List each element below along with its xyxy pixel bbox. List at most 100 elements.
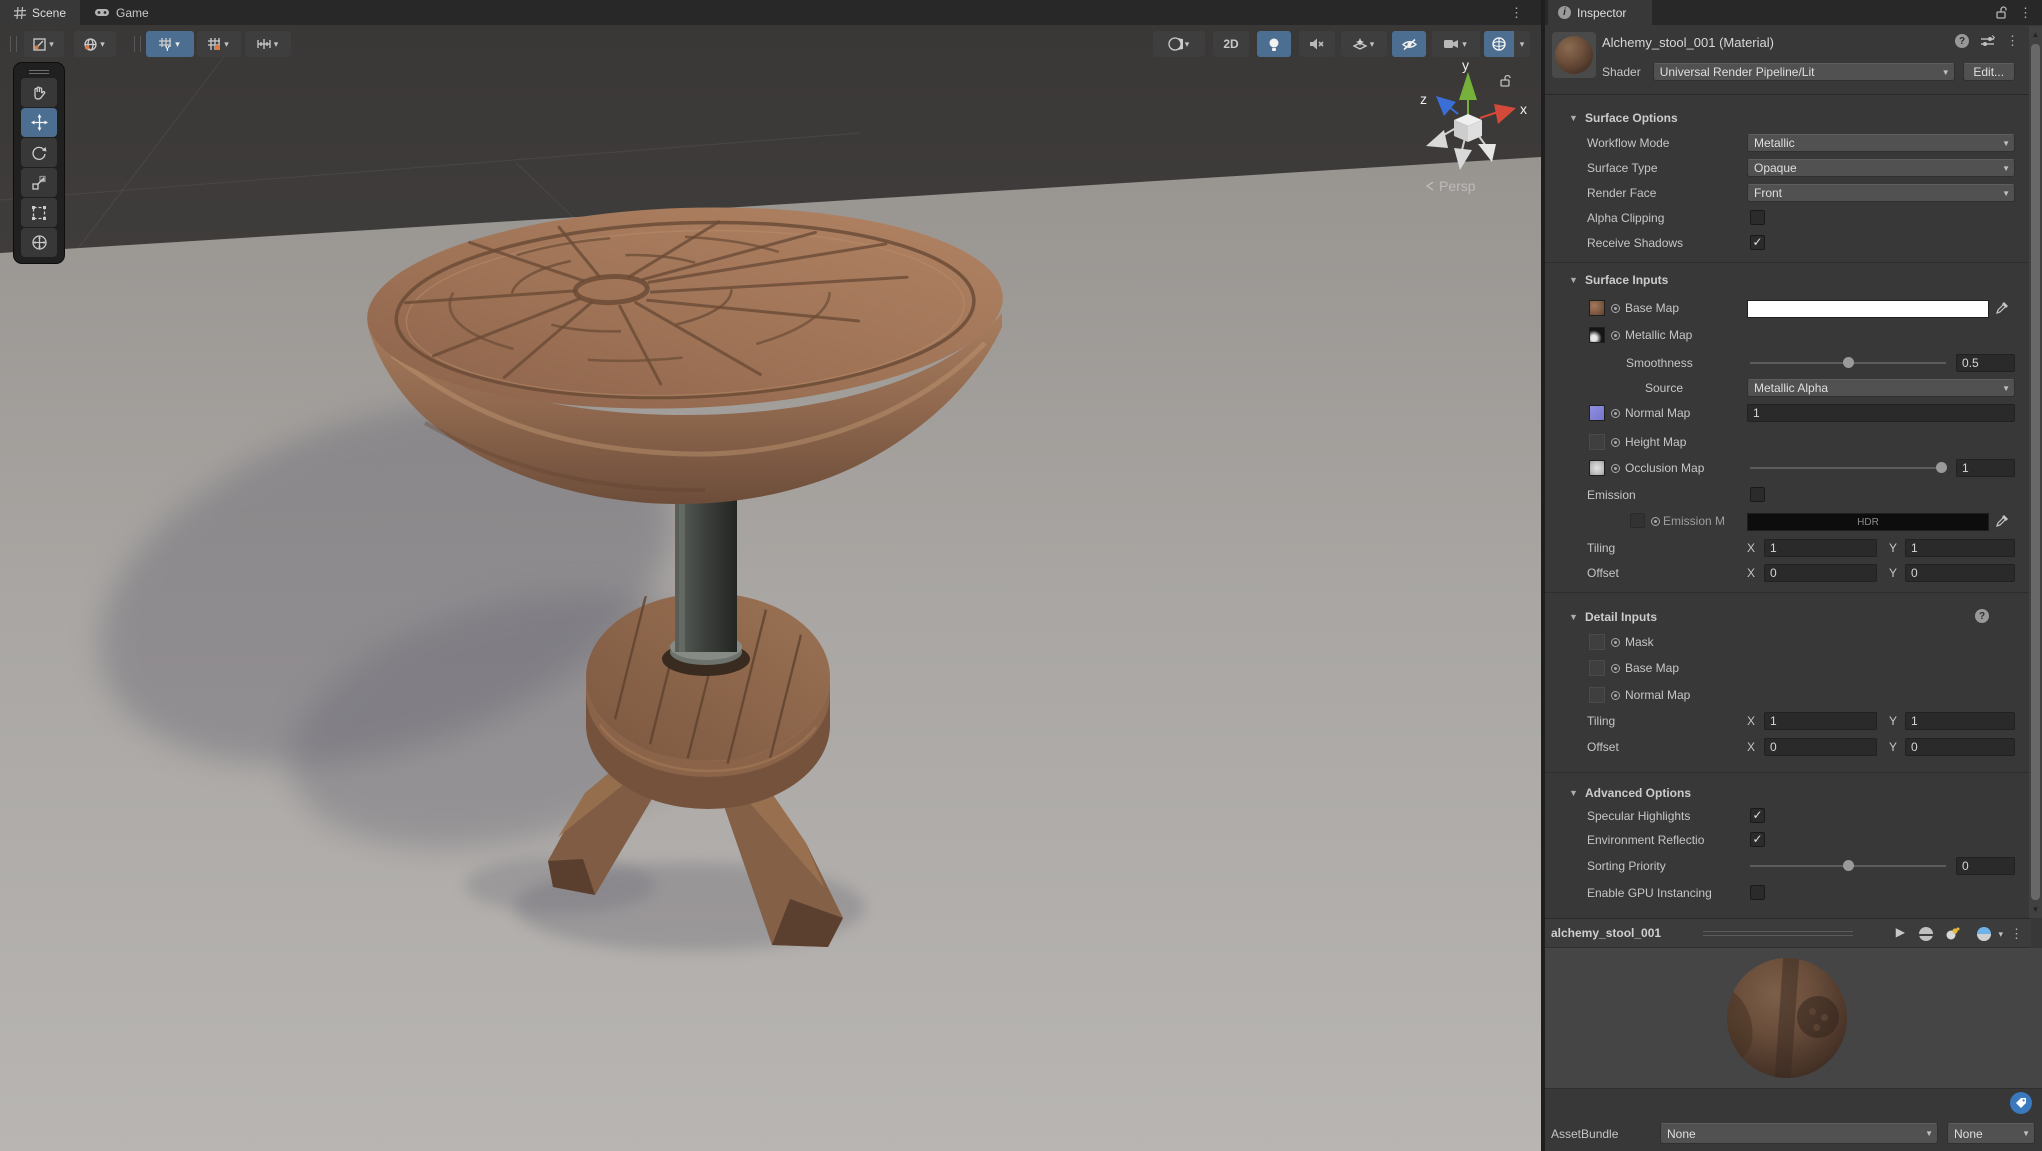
tool-handle-position-button[interactable]: ▾ bbox=[24, 31, 64, 57]
asset-label-icon[interactable] bbox=[2010, 1092, 2032, 1114]
detail-offset-y-field[interactable]: 0 bbox=[1905, 738, 2015, 756]
scroll-up-icon[interactable]: ▲ bbox=[2029, 30, 2042, 39]
detail-normal-map-thumbnail[interactable] bbox=[1589, 687, 1605, 703]
section-surface-inputs[interactable]: ▼ Surface Inputs bbox=[1545, 267, 2031, 293]
preview-lighting-icon[interactable] bbox=[1945, 926, 1961, 942]
tab-scene[interactable]: Scene bbox=[0, 0, 81, 25]
material-preview-area[interactable] bbox=[1545, 948, 2042, 1088]
preview-mesh-icon[interactable] bbox=[1919, 927, 1933, 941]
preview-play-icon[interactable]: ▶ bbox=[1896, 925, 1905, 939]
asset-bundle-dropdown[interactable]: None ▼ bbox=[1660, 1123, 1938, 1144]
hidden-objects-button[interactable] bbox=[1392, 31, 1426, 57]
occlusion-map-thumbnail[interactable] bbox=[1589, 460, 1605, 476]
base-color-swatch[interactable] bbox=[1747, 300, 1989, 318]
material-menu-icon[interactable]: ⋮ bbox=[2006, 34, 2019, 48]
offset-y-field[interactable]: 0 bbox=[1905, 564, 2015, 582]
texture-picker-icon[interactable] bbox=[1611, 464, 1620, 473]
environment-reflections-checkbox[interactable]: ✓ bbox=[1750, 832, 1765, 847]
shader-dropdown[interactable]: Universal Render Pipeline/Lit ▼ bbox=[1652, 63, 1955, 81]
occlusion-strength-slider[interactable] bbox=[1750, 462, 1947, 473]
tab-game[interactable]: Game bbox=[80, 0, 163, 25]
texture-picker-icon[interactable] bbox=[1611, 409, 1620, 418]
scene-3d-canvas[interactable] bbox=[0, 25, 1541, 1151]
grid-visibility-button[interactable]: Y ▾ bbox=[146, 31, 194, 57]
scene-camera-button[interactable]: ▾ bbox=[1432, 31, 1480, 57]
asset-bundle-variant-dropdown[interactable]: None ▼ bbox=[1947, 1123, 2035, 1144]
eyedropper-icon[interactable] bbox=[1995, 300, 2010, 315]
2d-view-button[interactable]: 2D bbox=[1213, 31, 1249, 57]
slider-knob[interactable] bbox=[1936, 462, 1947, 473]
detail-mask-thumbnail[interactable] bbox=[1589, 634, 1605, 650]
detail-base-map-thumbnail[interactable] bbox=[1589, 660, 1605, 676]
texture-picker-icon[interactable] bbox=[1611, 664, 1620, 673]
texture-picker-icon[interactable] bbox=[1611, 331, 1620, 340]
overlay-drag-handle[interactable] bbox=[17, 67, 61, 77]
transform-tool[interactable] bbox=[21, 228, 57, 257]
preview-menu-icon[interactable]: ⋮ bbox=[2010, 921, 2023, 946]
shader-edit-button[interactable]: Edit... bbox=[1962, 63, 2015, 81]
normal-map-thumbnail[interactable] bbox=[1589, 405, 1605, 421]
orientation-gizmo[interactable]: y x z bbox=[1398, 58, 1538, 188]
detail-offset-x-field[interactable]: 0 bbox=[1764, 738, 1877, 756]
alpha-clipping-checkbox[interactable] bbox=[1750, 210, 1765, 225]
gizmos-dropdown[interactable]: ▾ bbox=[1514, 31, 1530, 57]
effects-button[interactable]: ▾ bbox=[1341, 31, 1387, 57]
scene-lighting-button[interactable] bbox=[1257, 31, 1291, 57]
scale-tool[interactable] bbox=[21, 168, 57, 197]
scene-audio-button[interactable] bbox=[1299, 31, 1335, 57]
lock-icon[interactable] bbox=[1995, 6, 2008, 20]
render-face-dropdown[interactable]: Front ▼ bbox=[1747, 184, 2015, 202]
texture-picker-icon[interactable] bbox=[1611, 691, 1620, 700]
projection-label[interactable]: Persp bbox=[1424, 178, 1476, 194]
grid-snapping-button[interactable]: ▾ bbox=[197, 31, 241, 57]
metallic-map-thumbnail[interactable] bbox=[1589, 327, 1605, 343]
view-hand-tool[interactable] bbox=[21, 78, 57, 107]
gizmos-button[interactable] bbox=[1484, 31, 1514, 57]
tab-inspector[interactable]: i Inspector bbox=[1548, 0, 1653, 25]
sorting-priority-field[interactable]: 0 bbox=[1956, 857, 2015, 875]
specular-highlights-checkbox[interactable]: ✓ bbox=[1750, 808, 1765, 823]
texture-picker-icon[interactable] bbox=[1651, 517, 1660, 526]
move-tool[interactable] bbox=[21, 108, 57, 137]
detail-tiling-x-field[interactable]: 1 bbox=[1764, 712, 1877, 730]
texture-picker-icon[interactable] bbox=[1611, 438, 1620, 447]
section-surface-options[interactable]: ▼ Surface Options bbox=[1545, 105, 2031, 131]
gizmo-lock-icon[interactable] bbox=[1499, 74, 1512, 88]
inspector-scrollbar[interactable]: ▲ ▼ bbox=[2029, 26, 2042, 918]
inspector-menu-icon[interactable]: ⋮ bbox=[2019, 0, 2032, 25]
sorting-priority-slider[interactable] bbox=[1750, 860, 1946, 871]
emission-checkbox[interactable] bbox=[1750, 487, 1765, 502]
smoothness-field[interactable]: 0.5 bbox=[1956, 354, 2015, 372]
normal-scale-field[interactable]: 1 bbox=[1747, 404, 2015, 422]
tiling-y-field[interactable]: 1 bbox=[1905, 539, 2015, 557]
rect-tool[interactable] bbox=[21, 198, 57, 227]
height-map-thumbnail[interactable] bbox=[1589, 434, 1605, 450]
preview-header[interactable]: alchemy_stool_001 ▶ ▾ ⋮ bbox=[1545, 918, 2031, 948]
scene-tabbar-menu-icon[interactable]: ⋮ bbox=[1510, 0, 1523, 25]
presets-icon[interactable] bbox=[1980, 34, 1995, 48]
scroll-down-icon[interactable]: ▼ bbox=[2029, 905, 2042, 914]
scrollbar-thumb[interactable] bbox=[2031, 44, 2040, 900]
emission-color-swatch[interactable]: HDR bbox=[1747, 513, 1989, 531]
preview-drag-handle[interactable] bbox=[1703, 931, 1853, 936]
rotate-tool[interactable] bbox=[21, 138, 57, 167]
preview-environment-icon[interactable] bbox=[1977, 927, 1991, 941]
occlusion-strength-field[interactable]: 1 bbox=[1956, 459, 2015, 477]
help-icon[interactable]: ? bbox=[1975, 609, 1989, 623]
help-icon[interactable]: ? bbox=[1955, 34, 1969, 48]
tool-handle-rotation-button[interactable]: ▾ bbox=[74, 31, 116, 57]
texture-picker-icon[interactable] bbox=[1611, 304, 1620, 313]
tiling-x-field[interactable]: 1 bbox=[1764, 539, 1877, 557]
section-detail-inputs[interactable]: ▼ Detail Inputs ? bbox=[1545, 604, 2031, 630]
base-map-thumbnail[interactable] bbox=[1589, 300, 1605, 316]
offset-x-field[interactable]: 0 bbox=[1764, 564, 1877, 582]
snap-increment-button[interactable]: ▾ bbox=[245, 31, 291, 57]
smoothness-slider[interactable] bbox=[1750, 357, 1946, 368]
eyedropper-icon[interactable] bbox=[1995, 513, 2010, 528]
draw-mode-button[interactable]: ▾ bbox=[1153, 31, 1205, 57]
chevron-down-icon[interactable]: ▾ bbox=[1996, 929, 2005, 940]
detail-tiling-y-field[interactable]: 1 bbox=[1905, 712, 2015, 730]
gpu-instancing-checkbox[interactable] bbox=[1750, 885, 1765, 900]
surface-type-dropdown[interactable]: Opaque ▼ bbox=[1747, 159, 2015, 177]
smoothness-source-dropdown[interactable]: Metallic Alpha ▼ bbox=[1747, 379, 2015, 397]
